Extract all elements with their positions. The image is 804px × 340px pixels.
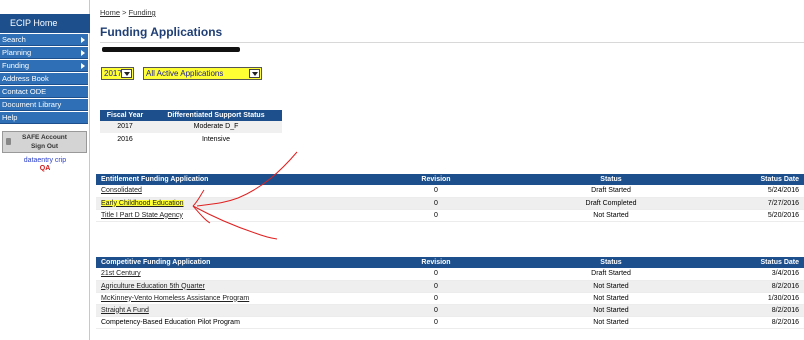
status-cell: Not Started bbox=[506, 209, 716, 222]
fiscal-year-cell: 2017 bbox=[100, 121, 150, 134]
nav-item-label: Funding bbox=[2, 61, 30, 70]
competitive-funding-table: Competitive Funding Application Revision… bbox=[96, 257, 804, 329]
column-header: Status Date bbox=[716, 174, 804, 185]
status-cell: Draft Started bbox=[506, 268, 716, 281]
support-status-cell: Intensive bbox=[150, 133, 282, 146]
chevron-right-icon bbox=[81, 37, 85, 43]
nav-item-label: Document Library bbox=[2, 100, 62, 109]
status-date-cell: 1/30/2016 bbox=[716, 292, 804, 305]
table-row: 2016 Intensive bbox=[100, 133, 282, 146]
status-date-cell: 8/2/2016 bbox=[716, 304, 804, 317]
nav-item-label: Address Book bbox=[2, 74, 49, 83]
application-filter-select[interactable]: All Active Applications bbox=[143, 67, 262, 80]
table-row: 2017 Moderate D_F bbox=[100, 121, 282, 134]
fiscal-year-cell: 2016 bbox=[100, 133, 150, 146]
status-date-cell: 5/20/2016 bbox=[716, 209, 804, 222]
column-header: Revision bbox=[366, 174, 506, 185]
breadcrumb-funding-link[interactable]: Funding bbox=[129, 8, 156, 17]
revision-cell: 0 bbox=[366, 316, 506, 329]
revision-cell: 0 bbox=[366, 304, 506, 317]
nav-item-label: Help bbox=[2, 113, 18, 122]
title-divider bbox=[100, 42, 804, 43]
chevron-right-icon bbox=[81, 50, 85, 56]
revision-cell: 0 bbox=[366, 268, 506, 281]
revision-cell: 0 bbox=[366, 280, 506, 293]
revision-cell: 0 bbox=[366, 209, 506, 222]
status-cell: Not Started bbox=[506, 316, 716, 329]
status-cell: Draft Completed bbox=[506, 197, 716, 210]
page-title: Funding Applications bbox=[100, 25, 223, 39]
status-cell: Not Started bbox=[506, 280, 716, 293]
application-link-straight-a-fund[interactable]: Straight A Fund bbox=[101, 307, 149, 314]
nav-home-link[interactable]: ECIP Home bbox=[0, 14, 90, 33]
revision-cell: 0 bbox=[366, 185, 506, 198]
nav-item-search[interactable]: Search bbox=[0, 34, 88, 46]
breadcrumb-separator: > bbox=[120, 8, 129, 17]
redacted-text bbox=[102, 47, 240, 52]
column-header: Entitlement Funding Application bbox=[96, 174, 366, 185]
revision-cell: 0 bbox=[366, 292, 506, 305]
application-link-title-i-part-d[interactable]: Title I Part D State Agency bbox=[101, 212, 183, 219]
safe-button-label: SAFE Account bbox=[22, 134, 67, 141]
revision-cell: 0 bbox=[366, 197, 506, 210]
column-header: Status bbox=[506, 174, 716, 185]
application-link-mckinney-vento[interactable]: McKinney-Vento Homeless Assistance Progr… bbox=[101, 295, 249, 302]
breadcrumb-home-link[interactable]: Home bbox=[100, 8, 120, 17]
column-header: Status Date bbox=[716, 257, 804, 268]
status-cell: Not Started bbox=[506, 292, 716, 305]
status-date-cell: 7/27/2016 bbox=[716, 197, 804, 210]
column-header: Fiscal Year bbox=[100, 110, 150, 121]
status-date-cell: 8/2/2016 bbox=[716, 316, 804, 329]
application-link-agriculture-education[interactable]: Agriculture Education 5th Quarter bbox=[101, 283, 205, 290]
nav-item-label: Search bbox=[2, 35, 26, 44]
fiscal-year-table: Fiscal Year Differentiated Support Statu… bbox=[100, 110, 282, 146]
main-content: Home > Funding Funding Applications 2017… bbox=[91, 0, 804, 340]
chevron-down-icon bbox=[121, 69, 132, 78]
nav-item-contact-ode[interactable]: Contact ODE bbox=[0, 86, 88, 98]
nav-item-planning[interactable]: Planning bbox=[0, 47, 88, 59]
safe-sign-out-button[interactable]: SAFE Account Sign Out bbox=[2, 131, 87, 153]
table-row: Straight A Fund 0 Not Started 8/2/2016 bbox=[96, 304, 804, 317]
column-header: Status bbox=[506, 257, 716, 268]
application-name-cell: Competency-Based Education Pilot Program bbox=[96, 316, 366, 329]
fiscal-year-value: 2017 bbox=[104, 69, 122, 78]
support-status-cell: Moderate D_F bbox=[150, 121, 282, 134]
fiscal-year-select[interactable]: 2017 bbox=[101, 67, 134, 80]
application-link-consolidated[interactable]: Consolidated bbox=[101, 187, 142, 194]
chevron-down-icon bbox=[249, 69, 260, 78]
column-header: Competitive Funding Application bbox=[96, 257, 366, 268]
breadcrumb: Home > Funding bbox=[100, 8, 156, 17]
nav-item-label: Planning bbox=[2, 48, 32, 57]
nav-item-help[interactable]: Help bbox=[0, 112, 88, 124]
nav-item-address-book[interactable]: Address Book bbox=[0, 73, 88, 85]
table-row: McKinney-Vento Homeless Assistance Progr… bbox=[96, 292, 804, 305]
application-filter-value: All Active Applications bbox=[146, 69, 224, 78]
left-navigation: ECIP Home Search Planning Funding Addres… bbox=[0, 0, 90, 340]
table-row: Agriculture Education 5th Quarter 0 Not … bbox=[96, 280, 804, 293]
nav-item-label: Contact ODE bbox=[2, 87, 47, 96]
table-row: Early Childhood Education 0 Draft Comple… bbox=[96, 197, 804, 210]
table-row: 21st Century 0 Draft Started 3/4/2016 bbox=[96, 268, 804, 281]
chevron-right-icon bbox=[81, 63, 85, 69]
nav-item-document-library[interactable]: Document Library bbox=[0, 99, 88, 111]
lock-icon bbox=[6, 138, 11, 145]
table-row: Consolidated 0 Draft Started 5/24/2016 bbox=[96, 185, 804, 198]
column-header: Revision bbox=[366, 257, 506, 268]
application-link-21st-century[interactable]: 21st Century bbox=[101, 270, 141, 277]
entitlement-funding-table: Entitlement Funding Application Revision… bbox=[96, 174, 804, 222]
column-header: Differentiated Support Status bbox=[150, 110, 282, 121]
status-cell: Draft Started bbox=[506, 185, 716, 198]
user-name: dataentry crip bbox=[23, 157, 67, 164]
user-role: QA bbox=[39, 165, 51, 172]
nav-item-funding[interactable]: Funding bbox=[0, 60, 88, 72]
status-cell: Not Started bbox=[506, 304, 716, 317]
sign-out-label: Sign Out bbox=[30, 143, 59, 150]
table-row: Competency-Based Education Pilot Program… bbox=[96, 316, 804, 329]
status-date-cell: 3/4/2016 bbox=[716, 268, 804, 281]
application-link-early-childhood-education[interactable]: Early Childhood Education bbox=[101, 199, 184, 207]
status-date-cell: 8/2/2016 bbox=[716, 280, 804, 293]
table-row: Title I Part D State Agency 0 Not Starte… bbox=[96, 209, 804, 222]
status-date-cell: 5/24/2016 bbox=[716, 185, 804, 198]
